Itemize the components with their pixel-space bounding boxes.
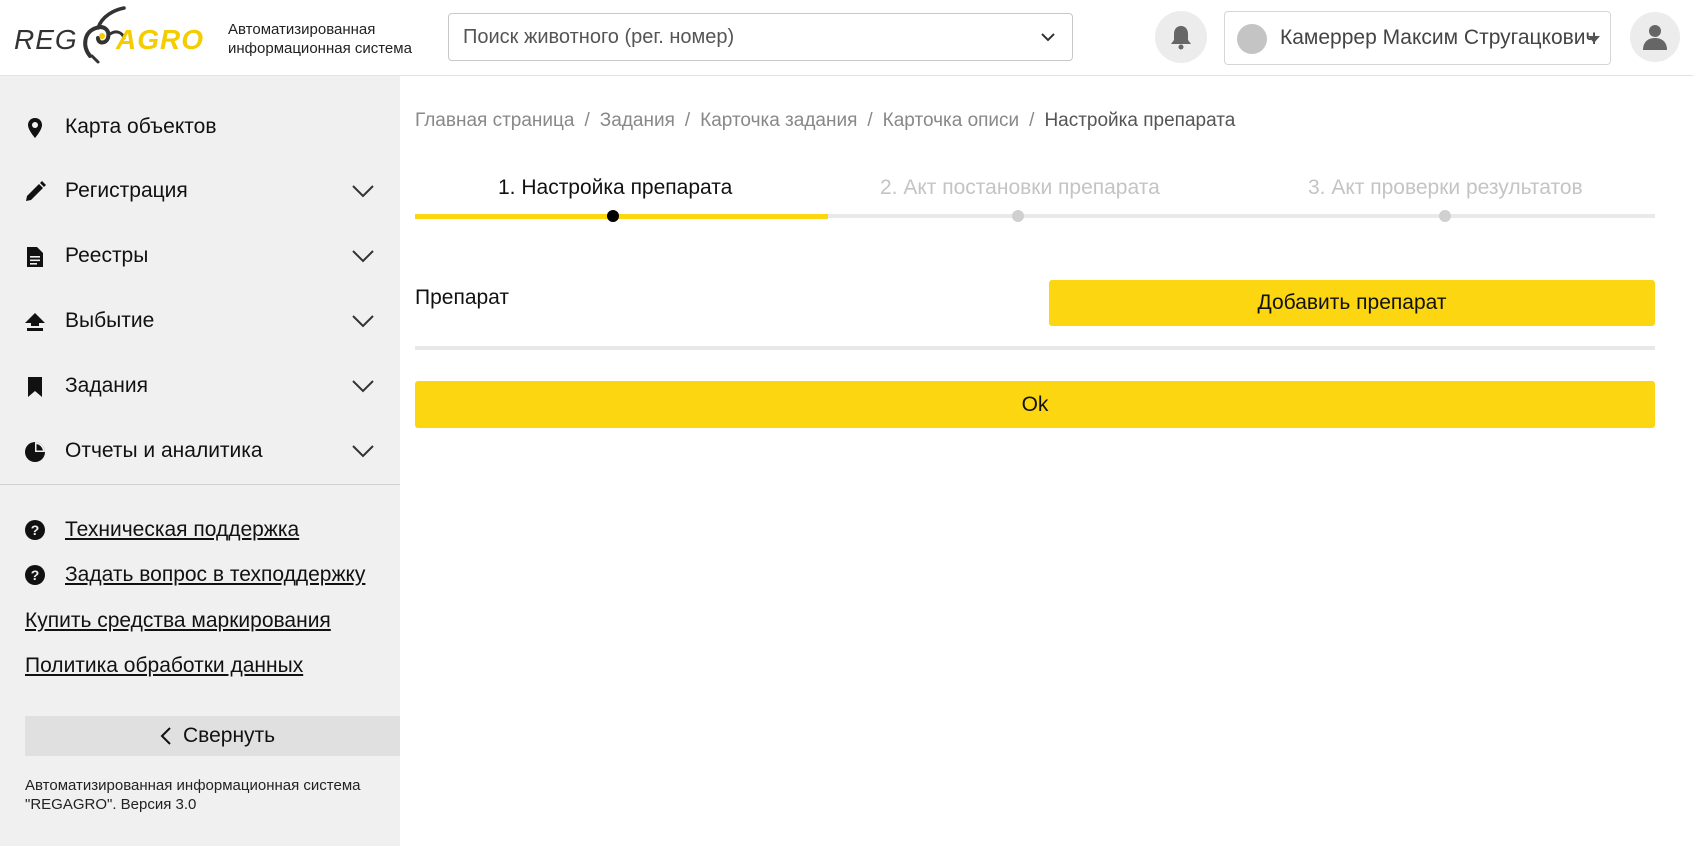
collapse-label: Свернуть: [183, 724, 276, 747]
header: REG AGRO Автоматизированная информационн…: [0, 0, 1693, 76]
breadcrumb: Главная страница / Задания / Карточка задани…: [415, 110, 1235, 132]
sidebar-item-tasks[interactable]: Задания: [0, 355, 400, 417]
stepper-track: [415, 214, 1655, 219]
sidebar-item-label: Реестры: [65, 244, 149, 267]
tech-support-link[interactable]: ? Техническая поддержка: [0, 512, 400, 548]
sidebar-item-disposal[interactable]: Выбытие: [0, 290, 400, 352]
step-1-dot[interactable]: [607, 210, 619, 222]
chevron-down-icon: [352, 250, 374, 263]
breadcrumb-current: Настройка препарата: [1044, 110, 1236, 131]
chevron-down-icon: [352, 185, 374, 198]
sidebar-item-registries[interactable]: Реестры: [0, 225, 400, 287]
step-2-label[interactable]: 2. Акт постановки препарата: [880, 176, 1160, 200]
breadcrumb-separator: /: [684, 110, 691, 131]
link-label[interactable]: Политика обработки данных: [25, 654, 303, 678]
link-label[interactable]: Техническая поддержка: [65, 518, 299, 542]
chevron-down-icon: [352, 380, 374, 393]
app-caption: Автоматизированная информационная систем…: [228, 20, 418, 58]
caret-down-icon: [1588, 36, 1600, 43]
chevron-down-icon: [352, 445, 374, 458]
question-icon: ?: [25, 520, 45, 540]
add-drug-button[interactable]: Добавить препарат: [1049, 280, 1655, 326]
buy-marking-link[interactable]: Купить средства маркирования: [0, 603, 400, 639]
privacy-policy-link[interactable]: Политика обработки данных: [0, 648, 400, 684]
logo[interactable]: REG AGRO: [14, 6, 210, 66]
breadcrumb-separator: /: [584, 110, 590, 131]
pencil-icon: [26, 181, 46, 201]
chevron-down-icon[interactable]: [1040, 31, 1056, 43]
step-2-dot[interactable]: [1012, 210, 1024, 222]
sidebar-item-label: Задания: [65, 374, 148, 397]
question-icon: ?: [25, 565, 45, 585]
document-icon: [27, 247, 43, 267]
animal-search[interactable]: [448, 13, 1073, 61]
logo-text-reg: REG: [14, 24, 78, 55]
app-caption-line1: Автоматизированная: [228, 21, 376, 38]
form-divider: [415, 346, 1655, 350]
link-label[interactable]: Купить средства маркирования: [25, 609, 331, 633]
user-name: Камеррер Максим Стругацкович: [1280, 26, 1597, 49]
breadcrumb-item-task-card[interactable]: Карточка задания: [700, 110, 857, 131]
version-info: Автоматизированная информационная систем…: [25, 776, 385, 814]
collapse-sidebar-button[interactable]: Свернуть: [25, 716, 400, 756]
breadcrumb-separator: /: [867, 110, 873, 131]
bookmark-icon: [28, 377, 42, 397]
stepper-progress: [415, 214, 828, 219]
sidebar: Карта объектов Регистрация Реестры Выбыт…: [0, 76, 400, 846]
ok-button[interactable]: Ok: [415, 381, 1655, 428]
ask-support-link[interactable]: ? Задать вопрос в техподдержку: [0, 557, 400, 593]
svg-text:?: ?: [31, 567, 40, 583]
sidebar-divider: [0, 484, 400, 485]
breadcrumb-separator: /: [1029, 110, 1035, 131]
notifications-button[interactable]: [1155, 11, 1207, 63]
sidebar-item-reports[interactable]: Отчеты и аналитика: [0, 420, 400, 482]
sidebar-item-label: Отчеты и аналитика: [65, 439, 263, 462]
bell-icon: [1171, 26, 1191, 50]
step-3-label[interactable]: 3. Акт проверки результатов: [1308, 176, 1583, 200]
user-icon: [1643, 25, 1667, 50]
sidebar-item-label: Регистрация: [65, 179, 188, 202]
chevron-left-icon: [160, 727, 171, 745]
upload-icon: [25, 313, 45, 331]
step-1-label[interactable]: 1. Настройка препарата: [498, 176, 732, 200]
version-line1: Автоматизированная информационная систем…: [25, 777, 361, 794]
version-line2: "REGAGRO". Версия 3.0: [25, 796, 197, 813]
breadcrumb-item-tasks[interactable]: Задания: [600, 110, 675, 131]
avatar: [1237, 24, 1267, 54]
svg-text:?: ?: [31, 522, 40, 538]
app-caption-line2: информационная система: [228, 40, 412, 57]
chevron-down-icon: [352, 315, 374, 328]
animal-search-input[interactable]: [463, 26, 1023, 49]
stepper: 1. Настройка препарата 2. Акт постановки…: [415, 172, 1655, 232]
map-pin-icon: [28, 118, 42, 138]
step-3-dot[interactable]: [1439, 210, 1451, 222]
profile-button[interactable]: [1630, 12, 1680, 62]
logo-text-agro: AGRO: [116, 24, 204, 55]
sidebar-item-object-map[interactable]: Карта объектов: [0, 96, 400, 158]
drug-field-label: Препарат: [415, 286, 510, 309]
user-menu[interactable]: Камеррер Максим Стругацкович: [1224, 11, 1611, 65]
pie-chart-icon: [25, 442, 45, 462]
sidebar-item-registration[interactable]: Регистрация: [0, 160, 400, 222]
breadcrumb-item-home[interactable]: Главная страница: [415, 110, 575, 131]
sidebar-item-label: Карта объектов: [65, 115, 217, 138]
breadcrumb-item-inventory-card[interactable]: Карточка описи: [883, 110, 1019, 131]
sidebar-item-label: Выбытие: [65, 309, 155, 332]
link-label[interactable]: Задать вопрос в техподдержку: [65, 563, 365, 587]
